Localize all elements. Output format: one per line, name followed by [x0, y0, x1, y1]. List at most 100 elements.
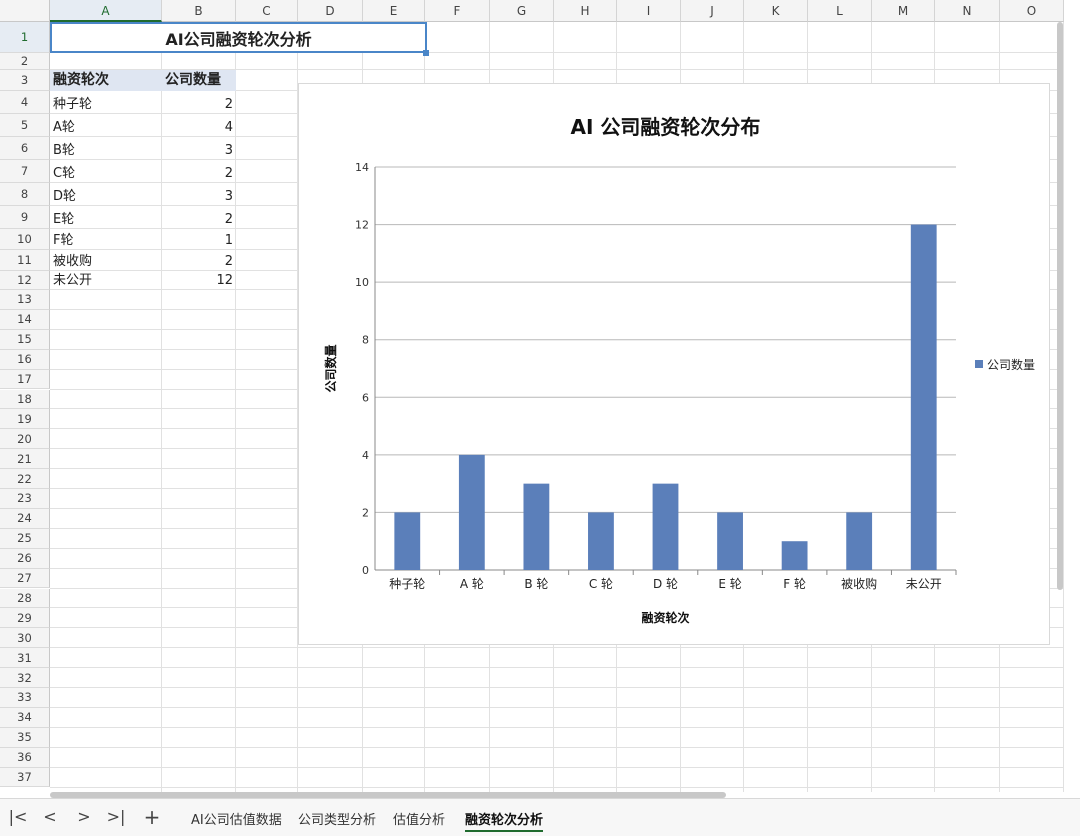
column-header-n[interactable]: N [935, 0, 1000, 22]
row-header-9[interactable]: 9 [0, 206, 50, 229]
round-cell[interactable]: 被收购 [50, 250, 162, 271]
select-all-corner[interactable] [0, 0, 50, 22]
round-cell[interactable]: 未公开 [50, 271, 162, 290]
row-header-16[interactable]: 16 [0, 349, 50, 370]
row-header-37[interactable]: 37 [0, 767, 50, 788]
row-gridline [50, 647, 1064, 649]
count-cell[interactable]: 2 [162, 250, 236, 271]
row-header-20[interactable]: 20 [0, 429, 50, 450]
header-cell-count[interactable]: 公司数量 [162, 70, 236, 91]
column-header-d[interactable]: D [298, 0, 363, 22]
row-header-18[interactable]: 18 [0, 389, 50, 410]
count-cell[interactable]: 2 [162, 160, 236, 183]
row-header-32[interactable]: 32 [0, 668, 50, 688]
column-header-j[interactable]: J [681, 0, 744, 22]
last-sheet-button[interactable]: >| [104, 805, 128, 829]
first-sheet-button[interactable]: |< [6, 805, 30, 829]
bar-3 [523, 483, 550, 570]
row-gridline [50, 706, 1064, 708]
row-header-6[interactable]: 6 [0, 137, 50, 160]
sheet-title-cell[interactable]: AI公司融资轮次分析 [50, 22, 427, 53]
column-header-i[interactable]: I [617, 0, 681, 22]
spreadsheet-grid[interactable]: ABCDEFGHIJKLMNO 1 2 3 4 5 6 7 8 9 10 11 12 13 14 15 16 1… [0, 0, 1064, 792]
count-cell[interactable]: 1 [162, 229, 236, 250]
row-header-15[interactable]: 15 [0, 329, 50, 350]
row-header-26[interactable]: 26 [0, 548, 50, 569]
y-axis-label: 公司数量 [323, 344, 338, 392]
count-cell[interactable]: 12 [162, 271, 236, 290]
add-sheet-button[interactable]: + [140, 805, 164, 829]
x-tick-label: D 轮 [653, 577, 678, 591]
row-header-33[interactable]: 33 [0, 688, 50, 708]
row-header-27[interactable]: 27 [0, 568, 50, 589]
column-header-a[interactable]: A [50, 0, 162, 22]
column-gridline [1063, 22, 1064, 792]
row-header-23[interactable]: 23 [0, 489, 50, 509]
round-cell[interactable]: A轮 [50, 114, 162, 137]
round-cell[interactable]: D轮 [50, 183, 162, 206]
x-tick-label: E 轮 [718, 577, 741, 591]
sheet-tab-valuation-analysis[interactable]: 估值分析 [393, 809, 445, 828]
sheet-tab-company-type[interactable]: 公司类型分析 [298, 809, 376, 828]
column-header-h[interactable]: H [554, 0, 617, 22]
y-tick-label: 10 [355, 276, 369, 289]
round-cell[interactable]: C轮 [50, 160, 162, 183]
next-sheet-button[interactable]: > [72, 805, 96, 829]
row-header-11[interactable]: 11 [0, 250, 50, 271]
sheet-tab-funding-round[interactable]: 融资轮次分析 [465, 809, 544, 832]
row-header-34[interactable]: 34 [0, 707, 50, 728]
row-header-22[interactable]: 22 [0, 469, 50, 489]
column-header-g[interactable]: G [490, 0, 554, 22]
row-header-28[interactable]: 28 [0, 588, 50, 609]
row-header-10[interactable]: 10 [0, 229, 50, 250]
round-cell[interactable]: B轮 [50, 137, 162, 160]
column-header-e[interactable]: E [363, 0, 425, 22]
row-header-25[interactable]: 25 [0, 528, 50, 549]
row-header-21[interactable]: 21 [0, 449, 50, 470]
bar-chart[interactable]: AI 公司融资轮次分布 0 2 4 6 8 10 12 14 种子轮 A 轮 B 轮 C 轮 D 轮 E 轮… [298, 83, 1050, 645]
row-header-36[interactable]: 36 [0, 747, 50, 768]
row-header-31[interactable]: 31 [0, 648, 50, 669]
vertical-scrollbar[interactable] [1057, 22, 1063, 590]
row-header-8[interactable]: 8 [0, 183, 50, 206]
row-header-13[interactable]: 13 [0, 290, 50, 310]
count-cell[interactable]: 4 [162, 114, 236, 137]
y-tick-label: 12 [355, 219, 369, 232]
row-header-3[interactable]: 3 [0, 70, 50, 91]
count-cell[interactable]: 2 [162, 91, 236, 114]
round-cell[interactable]: 种子轮 [50, 91, 162, 114]
column-header-o[interactable]: O [1000, 0, 1064, 22]
x-tick-label: 种子轮 [389, 577, 425, 591]
row-header-30[interactable]: 30 [0, 628, 50, 649]
column-header-c[interactable]: C [236, 0, 298, 22]
bar-8 [846, 512, 873, 570]
row-header-24[interactable]: 24 [0, 508, 50, 529]
row-header-1[interactable]: 1 [0, 22, 50, 53]
column-header-l[interactable]: L [808, 0, 872, 22]
row-header-19[interactable]: 19 [0, 409, 50, 430]
column-header-m[interactable]: M [872, 0, 935, 22]
count-cell[interactable]: 3 [162, 183, 236, 206]
row-header-12[interactable]: 12 [0, 271, 50, 290]
column-header-k[interactable]: K [744, 0, 808, 22]
column-header-b[interactable]: B [162, 0, 236, 22]
header-cell-round[interactable]: 融资轮次 [50, 70, 162, 91]
row-header-29[interactable]: 29 [0, 608, 50, 629]
selection-fill-handle[interactable] [423, 50, 429, 56]
chart-title: AI 公司融资轮次分布 [571, 115, 761, 139]
row-header-17[interactable]: 17 [0, 369, 50, 390]
round-cell[interactable]: E轮 [50, 206, 162, 229]
column-header-f[interactable]: F [425, 0, 490, 22]
count-cell[interactable]: 2 [162, 206, 236, 229]
row-header-35[interactable]: 35 [0, 727, 50, 748]
row-header-5[interactable]: 5 [0, 114, 50, 137]
prev-sheet-button[interactable]: < [38, 805, 62, 829]
row-header-14[interactable]: 14 [0, 309, 50, 330]
round-cell[interactable]: F轮 [50, 229, 162, 250]
row-header-4[interactable]: 4 [0, 91, 50, 114]
bar-9 [910, 224, 937, 571]
row-header-7[interactable]: 7 [0, 160, 50, 183]
sheet-tab-valuation-data[interactable]: AI公司估值数据 [191, 809, 282, 828]
count-cell[interactable]: 3 [162, 137, 236, 160]
row-header-2[interactable]: 2 [0, 53, 50, 70]
